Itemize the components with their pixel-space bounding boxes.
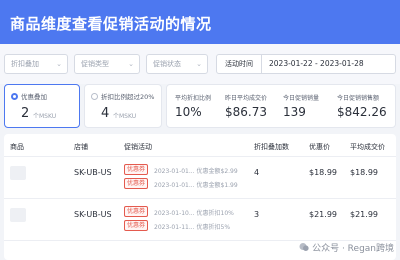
column-header-promo-price: 优惠价 xyxy=(309,143,330,151)
column-header-stack-count: 折扣叠加数 xyxy=(254,143,289,151)
stack-discount-unit: 个MSKU xyxy=(33,113,57,120)
metric-value: $86.73 xyxy=(225,105,267,119)
avg-price-cell: $21.99 xyxy=(350,210,378,219)
column-header-store: 店铺 xyxy=(74,143,88,151)
product-thumbnail[interactable] xyxy=(10,208,26,222)
wechat-icon xyxy=(299,242,309,252)
promo-price-cell: $21.99 xyxy=(309,210,337,219)
promo-type-placeholder: 促销类型 xyxy=(81,60,109,68)
metric-label: 昨日平均成交价 xyxy=(225,95,268,102)
discount-over-20-card[interactable]: 折扣比例超过20% 4 个MSKU xyxy=(84,84,162,128)
promo-status-select[interactable]: 促销状态 ⌄ xyxy=(146,54,208,74)
radio-selected-icon[interactable] xyxy=(11,93,18,100)
filter-bar: 折扣叠加 ⌄ 促销类型 ⌄ 促销状态 ⌄ 活动时间 2023-01-22 - 2… xyxy=(0,44,400,84)
metric-value: 139 xyxy=(283,105,306,119)
column-header-promotion: 促销活动 xyxy=(124,143,152,151)
promo-price-cell: $18.99 xyxy=(309,168,337,177)
avg-price-cell: $18.99 xyxy=(350,168,378,177)
metric-value: 10% xyxy=(175,105,202,119)
coupon-tag: 优惠券 xyxy=(124,220,149,231)
stack-filter-placeholder: 折扣叠加 xyxy=(11,60,39,68)
promo-detail[interactable]: 2023-01-11... 优惠折扣5% xyxy=(154,222,230,231)
promo-detail[interactable]: 2023-01-01... 优惠金额$2.99 xyxy=(154,166,238,175)
chevron-down-icon: ⌄ xyxy=(128,60,134,68)
store-cell: SK-UB-US xyxy=(74,210,112,219)
column-header-avg-price: 平均成交价 xyxy=(350,143,385,151)
activity-time-label: 活动时间 xyxy=(217,55,262,73)
metric-label: 今日促销销量 xyxy=(283,95,320,102)
discount-over-20-label: 折扣比例超过20% xyxy=(101,93,155,101)
header-divider xyxy=(4,156,396,157)
coupon-tag: 优惠券 xyxy=(124,164,149,175)
page-title: 商品维度查看促销活动的情况 xyxy=(10,15,212,33)
discount-over-20-unit: 个MSKU xyxy=(113,113,137,120)
header-bar: 商品维度查看促销活动的情况 xyxy=(0,0,400,44)
column-header-product: 商品 xyxy=(10,143,24,151)
stack-count-cell: 4 xyxy=(254,168,260,177)
metric-label: 今日促销销售额 xyxy=(337,95,380,102)
promo-type-select[interactable]: 促销类型 ⌄ xyxy=(74,54,140,74)
activity-time-range[interactable]: 2023-01-22 - 2023-01-28 xyxy=(269,55,364,73)
stack-count-cell: 3 xyxy=(254,210,260,219)
discount-over-20-count: 4 xyxy=(101,106,110,121)
row-divider xyxy=(4,198,396,199)
watermark-text: 公众号 · Regan跨境 xyxy=(312,244,394,254)
watermark: 公众号 · Regan跨境 xyxy=(299,241,394,254)
activity-time-filter[interactable]: 活动时间 2023-01-22 - 2023-01-28 xyxy=(216,54,396,74)
product-thumbnail[interactable] xyxy=(10,166,26,180)
promo-status-placeholder: 促销状态 xyxy=(153,60,181,68)
stack-discount-count: 2 xyxy=(21,106,30,121)
chevron-down-icon: ⌄ xyxy=(196,60,202,68)
metric-label: 平均折扣比例 xyxy=(175,95,212,102)
stack-discount-label: 优惠叠加 xyxy=(21,93,47,101)
metric-value: $842.26 xyxy=(337,105,387,119)
chevron-down-icon: ⌄ xyxy=(56,60,62,68)
store-cell: SK-UB-US xyxy=(74,168,112,177)
promo-detail[interactable]: 2023-01-10... 优惠折扣10% xyxy=(154,208,234,217)
stack-discount-card[interactable]: 优惠叠加 2 个MSKU xyxy=(4,84,80,128)
coupon-tag: 优惠券 xyxy=(124,206,149,217)
stack-filter-select[interactable]: 折扣叠加 ⌄ xyxy=(4,54,68,74)
coupon-tag: 优惠券 xyxy=(124,178,149,189)
metrics-panel: 平均折扣比例 10% 昨日平均成交价 $86.73 今日促销销量 139 今日促… xyxy=(166,84,396,128)
promo-detail[interactable]: 2023-01-01... 优惠金额$1.99 xyxy=(154,180,238,189)
summary-section: 优惠叠加 2 个MSKU 折扣比例超过20% 4 个MSKU 平均折扣比例 10… xyxy=(4,84,396,128)
radio-unselected-icon[interactable] xyxy=(91,93,98,100)
